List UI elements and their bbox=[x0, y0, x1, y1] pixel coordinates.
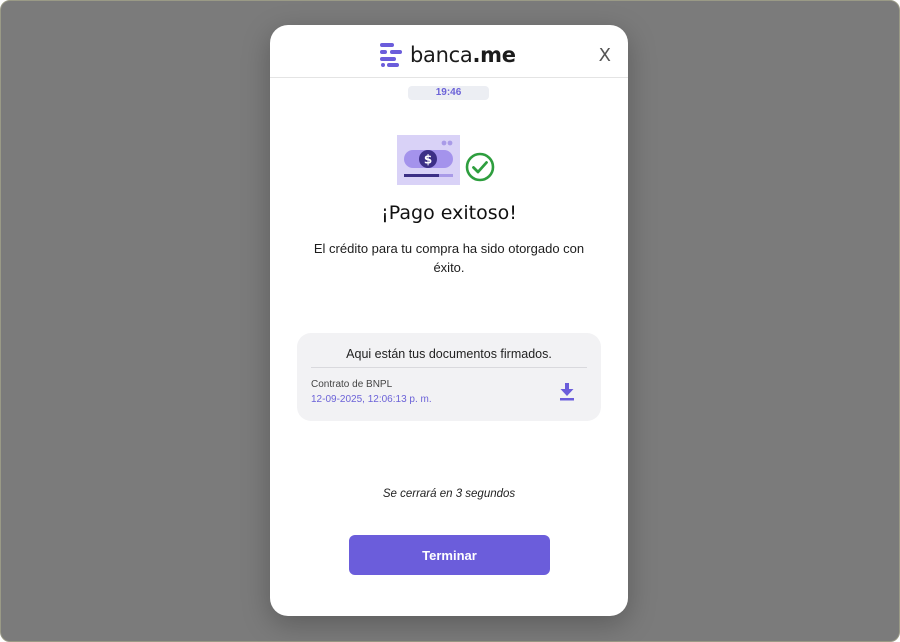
svg-text:$: $ bbox=[424, 153, 432, 167]
session-timer: 19:46 bbox=[408, 86, 489, 100]
close-button[interactable]: X bbox=[599, 47, 611, 65]
modal-header: banca.me X bbox=[270, 25, 628, 78]
payment-card-icon: $ bbox=[397, 135, 460, 185]
finish-button[interactable]: Terminar bbox=[349, 535, 550, 575]
divider bbox=[311, 367, 587, 368]
page-title: ¡Pago exitoso! bbox=[381, 202, 517, 224]
check-circle-icon bbox=[465, 152, 495, 182]
banca-logo-icon bbox=[380, 43, 402, 67]
brand-name-suffix: .me bbox=[472, 43, 516, 67]
brand-name-prefix: banca bbox=[410, 43, 473, 67]
auto-close-notice: Se cerrará en 3 segundos bbox=[382, 488, 516, 500]
signed-documents-card: Aqui están tus documentos firmados. Cont… bbox=[297, 333, 601, 421]
brand-name: banca.me bbox=[410, 43, 516, 67]
success-message: El crédito para tu compra ha sido otorga… bbox=[313, 241, 585, 275]
document-name: Contrato de BNPL bbox=[311, 379, 393, 390]
download-icon[interactable] bbox=[559, 383, 575, 401]
brand-logo: banca.me bbox=[380, 41, 516, 69]
document-date: 12-09-2025, 12:06:13 p. m. bbox=[311, 394, 432, 405]
payment-success-modal: banca.me X 19:46 $ ¡Pago exitoso! El cré… bbox=[270, 25, 628, 616]
documents-heading: Aqui están tus documentos firmados. bbox=[346, 347, 552, 361]
payment-illustration: $ bbox=[397, 135, 495, 185]
